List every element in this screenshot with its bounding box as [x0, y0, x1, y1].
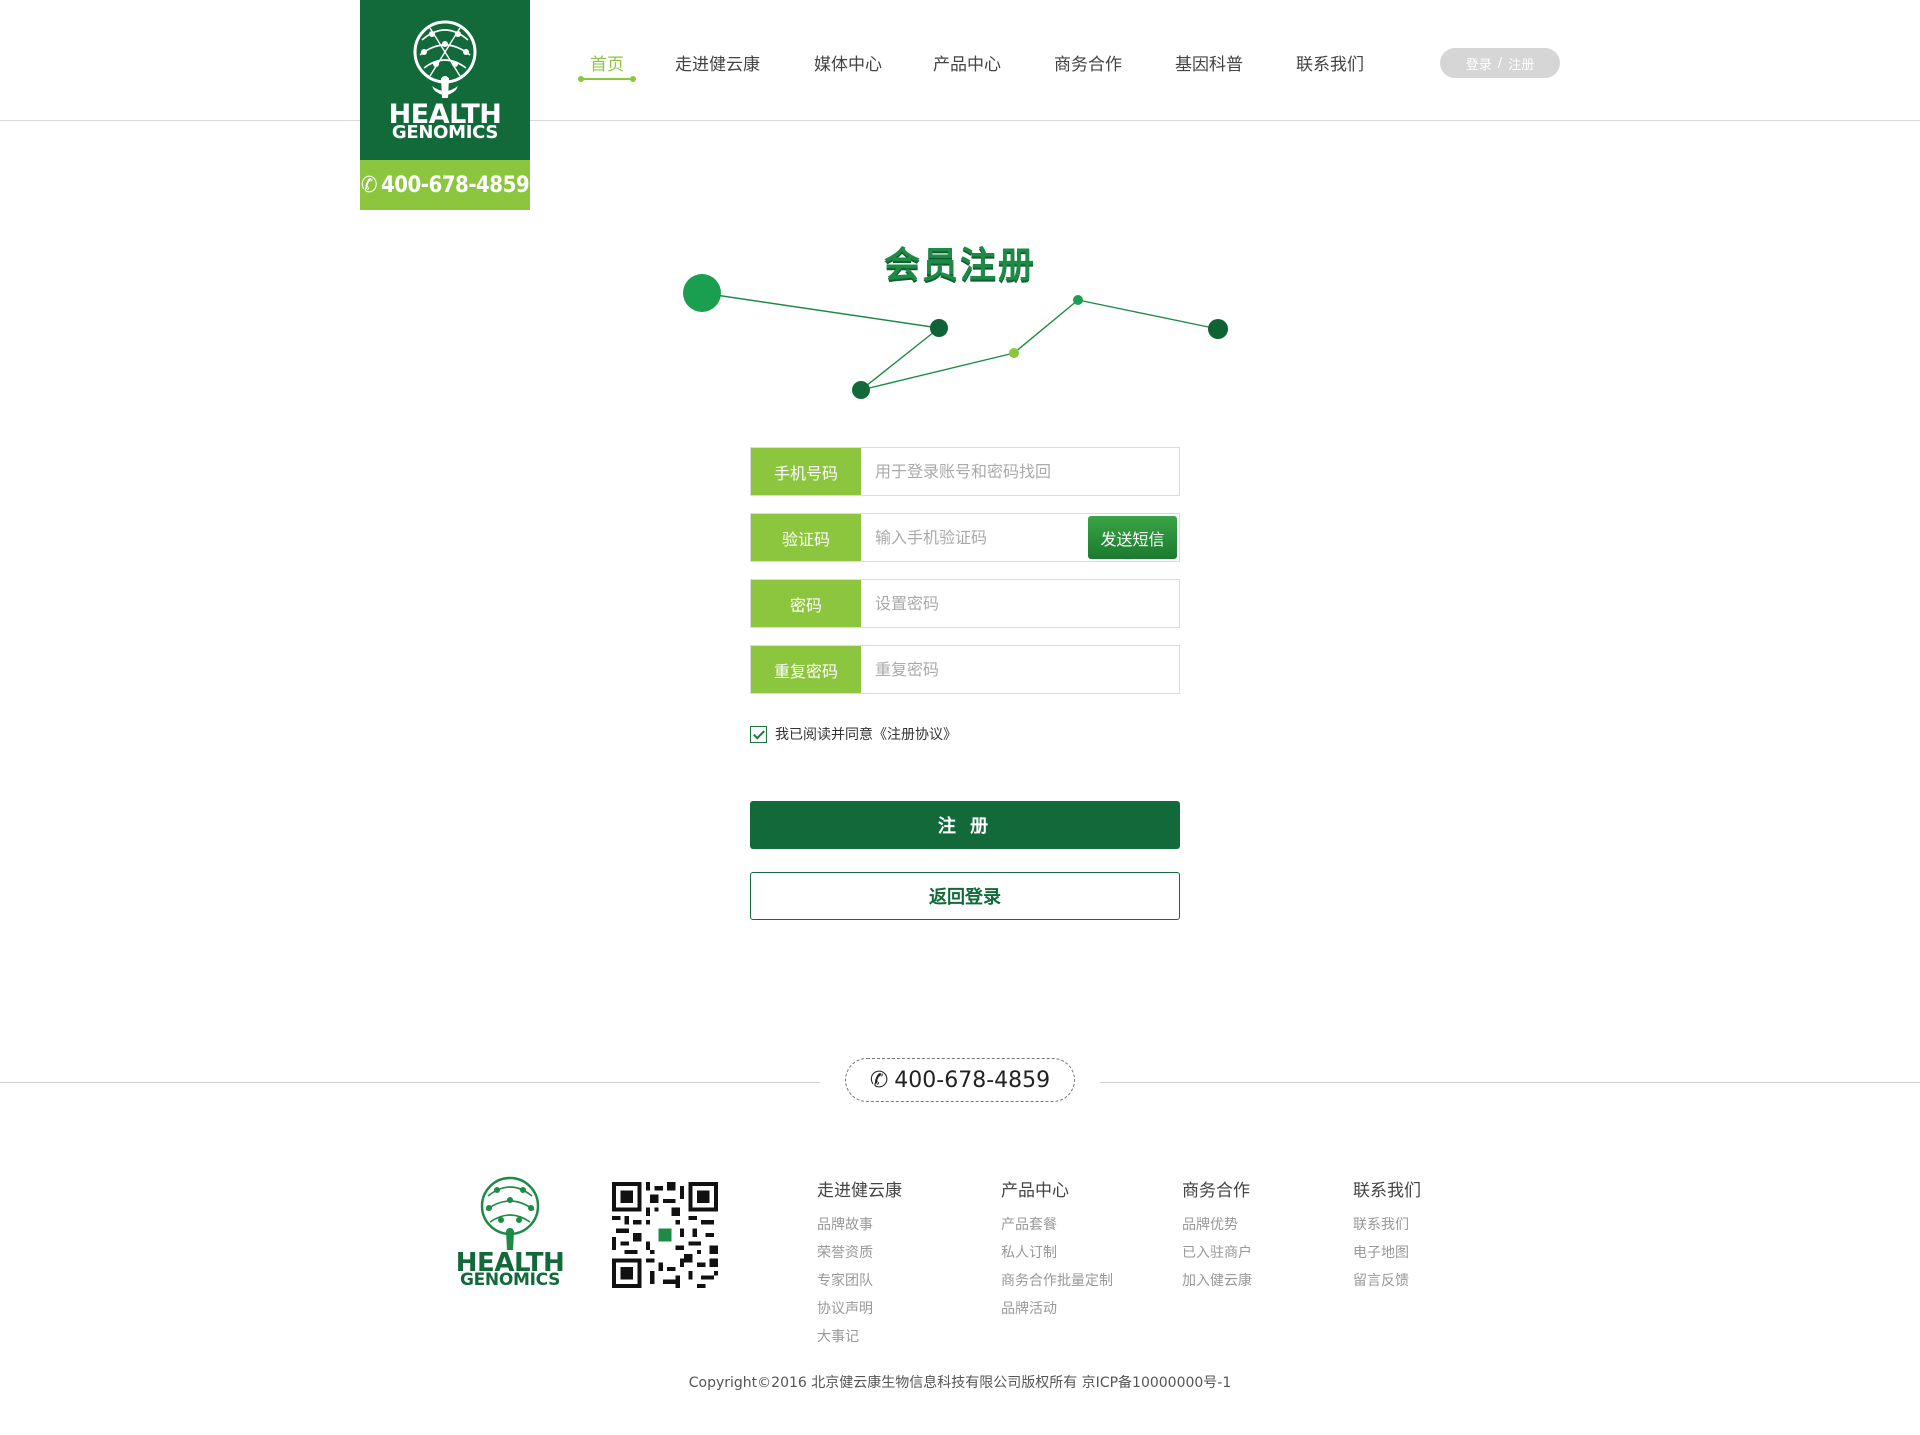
agree-checkbox[interactable] [750, 725, 767, 743]
phone-icon: ✆ [869, 1067, 889, 1093]
footer-link[interactable]: 协议声明 [817, 1295, 902, 1323]
footer-link[interactable]: 专家团队 [817, 1267, 902, 1295]
footer-col-business: 商务合作 品牌优势 已入驻商户 加入健云康 [1182, 1176, 1252, 1295]
logo-phone-number: 400-678-4859 [380, 172, 530, 198]
logo-phone-bar: ✆ 400-678-4859 [360, 160, 530, 210]
agreement-text[interactable]: 我已阅读并同意《注册协议》 [775, 724, 957, 744]
dot [852, 381, 870, 399]
password-row: 密码 [750, 579, 1180, 628]
footer-link[interactable]: 品牌故事 [817, 1211, 902, 1239]
footer-link[interactable]: 已入驻商户 [1182, 1239, 1252, 1267]
footer-col-about: 走进健云康 品牌故事 荣誉资质 专家团队 协议声明 大事记 [817, 1176, 902, 1351]
footer-link[interactable]: 电子地图 [1353, 1239, 1421, 1267]
footer-logo[interactable]: HEALTH GENOMICS [455, 1172, 565, 1290]
phone-input[interactable] [861, 448, 1179, 495]
footer-col-products: 产品中心 产品套餐 私人订制 商务合作批量定制 品牌活动 [1001, 1176, 1113, 1323]
footer-divider-right [1100, 1082, 1920, 1083]
code-label: 验证码 [751, 514, 861, 561]
repeat-password-input[interactable] [861, 646, 1179, 693]
footer-col-title: 产品中心 [1001, 1181, 1069, 1201]
repeat-password-row: 重复密码 [750, 645, 1180, 694]
password-input[interactable] [861, 580, 1179, 627]
dot-large [683, 274, 721, 312]
phone-icon: ✆ [360, 172, 378, 198]
footer-link[interactable]: 产品套餐 [1001, 1211, 1113, 1239]
dot-small [1009, 348, 1019, 358]
register-form: 手机号码 验证码 发送短信 密码 重复密码 [750, 447, 1180, 711]
footer-logo-line2: GENOMICS [459, 1270, 561, 1290]
phone-label: 手机号码 [751, 448, 861, 495]
phone-row: 手机号码 [750, 447, 1180, 496]
register-button[interactable]: 注 册 [750, 801, 1180, 849]
code-row: 验证码 发送短信 [750, 513, 1180, 562]
dot [930, 319, 948, 337]
dot-small [1073, 295, 1083, 305]
footer-link[interactable]: 私人订制 [1001, 1239, 1113, 1267]
footer-col-title: 联系我们 [1353, 1181, 1421, 1201]
brand-logo[interactable]: HEALTH GENOMICS ✆ 400-678-4859 [360, 0, 530, 210]
footer-link[interactable]: 品牌活动 [1001, 1295, 1113, 1323]
footer-link[interactable]: 大事记 [817, 1323, 902, 1351]
tree-dna-icon [480, 1176, 540, 1250]
footer-col-title: 走进健云康 [817, 1181, 902, 1201]
footer-link[interactable]: 品牌优势 [1182, 1211, 1252, 1239]
footer-link[interactable]: 荣誉资质 [817, 1239, 902, 1267]
back-to-login-button[interactable]: 返回登录 [750, 872, 1180, 920]
footer-phone: ✆ 400-678-4859 [845, 1058, 1075, 1102]
dot [1208, 319, 1228, 339]
footer-phone-number: 400-678-4859 [894, 1067, 1051, 1093]
qr-code [612, 1182, 718, 1288]
footer-link[interactable]: 商务合作批量定制 [1001, 1267, 1113, 1295]
logo-panel: HEALTH GENOMICS [360, 0, 530, 160]
footer-link[interactable]: 加入健云康 [1182, 1267, 1252, 1295]
agreement-row: 我已阅读并同意《注册协议》 [750, 724, 957, 744]
send-sms-button[interactable]: 发送短信 [1088, 516, 1177, 559]
footer-col-title: 商务合作 [1182, 1181, 1250, 1201]
copyright: Copyright©2016 北京健云康生物信息科技有限公司版权所有 京ICP备… [688, 1375, 1232, 1391]
footer-col-contact: 联系我们 联系我们 电子地图 留言反馈 [1353, 1176, 1421, 1295]
repeat-password-label: 重复密码 [751, 646, 861, 693]
molecule-decoration [683, 274, 1228, 399]
footer-link[interactable]: 留言反馈 [1353, 1267, 1421, 1295]
password-label: 密码 [751, 580, 861, 627]
footer-link[interactable]: 联系我们 [1353, 1211, 1421, 1239]
footer-divider-left [0, 1082, 820, 1083]
logo-line2: GENOMICS [391, 122, 499, 143]
